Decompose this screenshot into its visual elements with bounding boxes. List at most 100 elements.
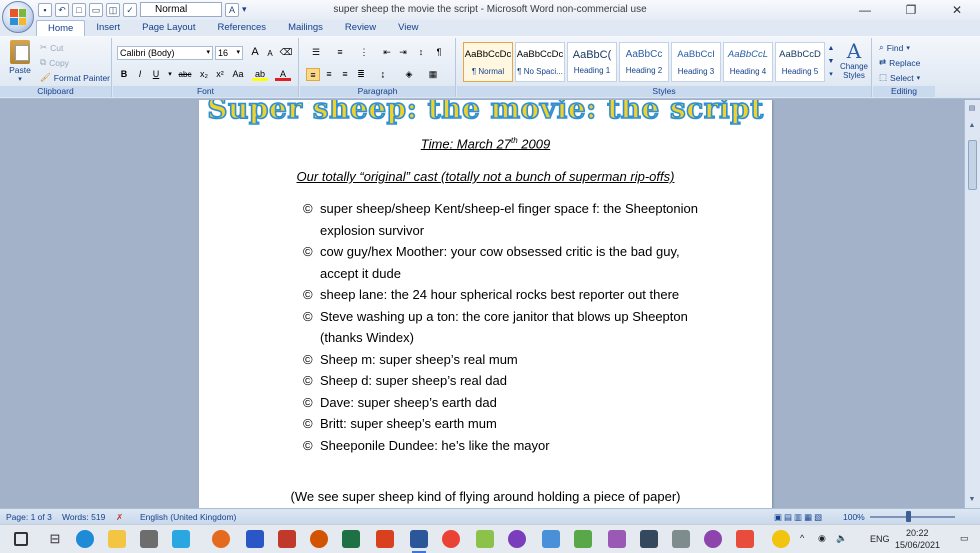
task-view-icon[interactable]: ⊟ — [46, 530, 64, 548]
excel-icon[interactable] — [342, 530, 360, 548]
shading-icon[interactable]: ◈ — [400, 68, 418, 81]
zoom-slider[interactable] — [870, 516, 955, 518]
numbering-icon[interactable]: ≡ — [330, 46, 350, 59]
app-circle-icon[interactable] — [704, 530, 722, 548]
mail-icon[interactable] — [172, 530, 190, 548]
style-heading-4[interactable]: AaBbCcL Heading 4 — [723, 42, 773, 82]
volume-icon[interactable]: 🔈 — [836, 533, 847, 544]
tray-app-icon[interactable] — [772, 530, 790, 548]
tab-references[interactable]: References — [206, 20, 277, 36]
subscript-button[interactable]: x₂ — [197, 68, 211, 81]
close-button[interactable]: ✕ — [934, 0, 980, 20]
style-no-spacing[interactable]: AaBbCcDc ¶ No Spaci... — [515, 42, 565, 82]
document-page[interactable]: Super sheep: the movie: the script Time:… — [199, 100, 772, 508]
app-red-icon[interactable] — [736, 530, 754, 548]
scrollbar-thumb[interactable] — [968, 140, 977, 190]
document-area[interactable]: Super sheep: the movie: the script Time:… — [0, 100, 964, 508]
bullets-icon[interactable]: ☰ — [306, 46, 326, 59]
paste-button[interactable]: Paste ▾ — [6, 40, 34, 83]
tab-insert[interactable]: Insert — [85, 20, 131, 36]
clock-time[interactable]: 20:22 — [906, 528, 929, 538]
clock-date[interactable]: 15/06/2021 — [895, 540, 940, 550]
edge-icon[interactable] — [76, 530, 94, 548]
italic-button[interactable]: I — [133, 68, 147, 81]
highlight-color-button[interactable]: ab — [252, 68, 268, 81]
tab-page-layout[interactable]: Page Layout — [131, 20, 206, 36]
video-app-icon[interactable] — [278, 530, 296, 548]
app-dark-icon[interactable] — [640, 530, 658, 548]
superscript-button[interactable]: x² — [213, 68, 227, 81]
font-family-select[interactable]: Calibri (Body) ▾ — [117, 46, 213, 60]
minimize-button[interactable]: — — [842, 0, 888, 20]
change-case-button[interactable]: Aa — [229, 68, 247, 81]
vlc-icon[interactable] — [212, 530, 230, 548]
clear-formatting-icon[interactable]: ⌫ — [279, 46, 293, 59]
justify-icon[interactable]: ≣ — [354, 68, 368, 81]
style-heading-1[interactable]: AaBbC( Heading 1 — [567, 42, 617, 82]
paste-dropdown-icon[interactable]: ▾ — [6, 75, 34, 83]
style-normal[interactable]: AaBbCcDc ¶ Normal — [463, 42, 513, 82]
firefox-icon[interactable] — [508, 530, 526, 548]
zoom-slider-handle[interactable] — [906, 511, 911, 522]
style-heading-5[interactable]: AaBbCcD Heading 5 — [775, 42, 825, 82]
app-green-icon[interactable] — [476, 530, 494, 548]
change-styles-button[interactable]: A Change Styles — [837, 40, 871, 80]
scroll-down-icon[interactable]: ▼ — [967, 496, 977, 506]
font-color-button[interactable]: A — [275, 68, 291, 81]
replace-button[interactable]: ⇄ Replace — [879, 57, 920, 68]
ruler-toggle-icon[interactable]: ▤ — [967, 104, 977, 114]
store-icon[interactable] — [140, 530, 158, 548]
audio-app-icon[interactable] — [310, 530, 328, 548]
zoom-level[interactable]: 100% — [843, 512, 865, 522]
find-button[interactable]: ⌕ Find ▾ — [879, 42, 910, 53]
app-blue-icon[interactable] — [246, 530, 264, 548]
scroll-up-icon[interactable]: ▲ — [967, 122, 977, 132]
page-count[interactable]: Page: 1 of 3 — [6, 512, 52, 522]
restore-button[interactable]: ❐ — [888, 0, 934, 20]
notifications-icon[interactable]: ▭ — [960, 533, 969, 544]
shrink-font-button[interactable]: A — [263, 47, 277, 60]
align-center-icon[interactable]: ≡ — [322, 68, 336, 81]
proofing-icon[interactable]: ✗ — [116, 512, 123, 523]
styles-scroll-arrows[interactable]: ▲ ▼ ▾ — [827, 42, 835, 82]
app-leaf-icon[interactable] — [574, 530, 592, 548]
cut-button[interactable]: ✂ Cut — [40, 42, 63, 53]
align-right-icon[interactable]: ≡ — [338, 68, 352, 81]
tab-view[interactable]: View — [387, 20, 429, 36]
multilevel-list-icon[interactable]: ⋮ — [354, 46, 374, 59]
network-icon[interactable]: ◉ — [818, 533, 826, 544]
font-size-select[interactable]: 16 ▾ — [215, 46, 243, 60]
format-painter-button[interactable]: 🖌 Format Painter — [40, 72, 110, 83]
style-heading-3[interactable]: AaBbCcI Heading 3 — [671, 42, 721, 82]
select-button[interactable]: ⬚ Select ▾ — [879, 72, 920, 83]
decrease-indent-icon[interactable]: ⇤ — [380, 46, 394, 59]
underline-button[interactable]: U — [149, 68, 163, 81]
powerpoint-icon[interactable] — [376, 530, 394, 548]
view-buttons-icon[interactable]: ▣▤▥▦▧ — [774, 512, 824, 523]
app-purple-icon[interactable] — [608, 530, 626, 548]
align-left-icon[interactable]: ≡ — [306, 68, 320, 81]
style-heading-2[interactable]: AaBbCc Heading 2 — [619, 42, 669, 82]
line-spacing-icon[interactable]: ↨ — [374, 68, 392, 81]
app-grey-icon[interactable] — [672, 530, 690, 548]
chrome-icon[interactable] — [442, 530, 460, 548]
tray-arrow-icon[interactable]: ^ — [800, 533, 804, 543]
file-explorer-icon[interactable] — [108, 530, 126, 548]
grow-font-button[interactable]: A — [248, 46, 262, 59]
sort-icon[interactable]: ↕ — [414, 46, 428, 59]
tab-mailings[interactable]: Mailings — [277, 20, 334, 36]
tab-home[interactable]: Home — [36, 20, 86, 36]
show-formatting-button[interactable]: ¶ — [432, 46, 446, 59]
office-button[interactable] — [2, 1, 34, 33]
language-status[interactable]: English (United Kingdom) — [140, 512, 236, 522]
word-count[interactable]: Words: 519 — [62, 512, 105, 522]
strikethrough-button[interactable]: abc — [175, 68, 195, 81]
windows-start-icon[interactable] — [14, 532, 28, 546]
bold-button[interactable]: B — [117, 68, 131, 81]
copy-button[interactable]: ⧉ Copy — [40, 57, 69, 68]
app-globe-icon[interactable] — [542, 530, 560, 548]
input-language[interactable]: ENG — [870, 534, 890, 544]
increase-indent-icon[interactable]: ⇥ — [396, 46, 410, 59]
borders-icon[interactable]: ▦ — [424, 68, 442, 81]
tab-review[interactable]: Review — [334, 20, 387, 36]
